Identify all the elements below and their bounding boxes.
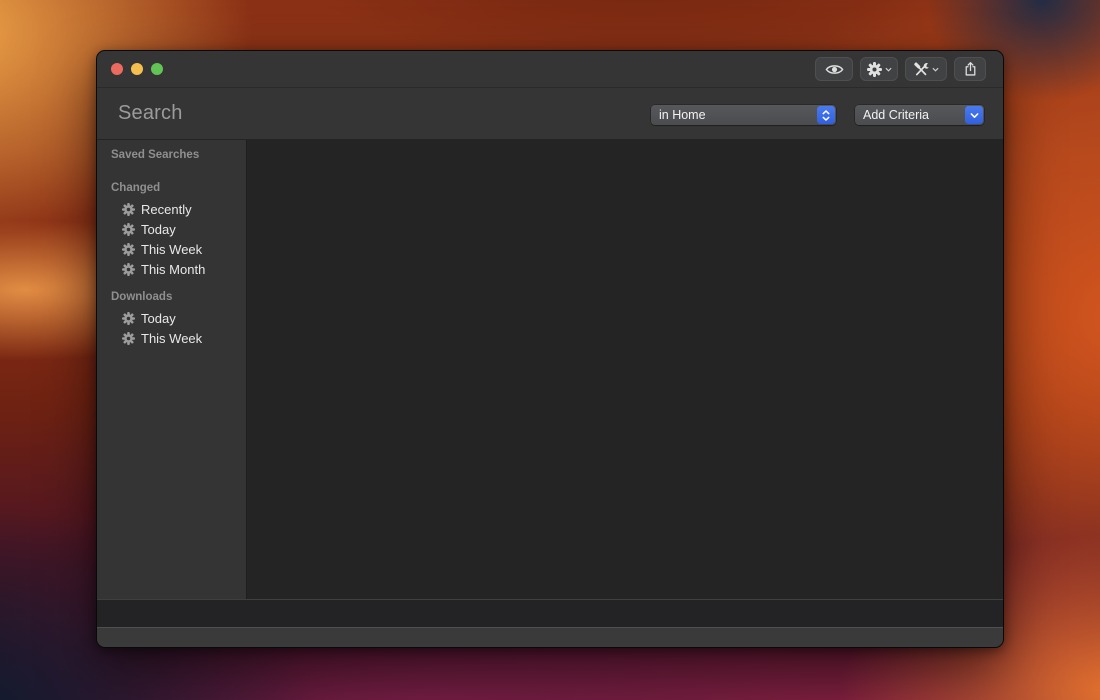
smart-search-gear-icon	[122, 243, 135, 256]
title-bar[interactable]	[97, 51, 1003, 87]
sidebar-item-label: This Week	[141, 242, 202, 257]
eye-icon	[825, 63, 844, 76]
sidebar-item-recently[interactable]: Recently	[97, 199, 246, 219]
sidebar-item-this-month[interactable]: This Month	[97, 259, 246, 279]
actions-button[interactable]	[860, 57, 898, 81]
sidebar-item-label: Today	[141, 222, 176, 237]
smart-search-gear-icon	[122, 203, 135, 216]
share-icon	[964, 61, 977, 77]
bottom-bar	[97, 627, 1003, 647]
status-bar	[97, 599, 1003, 627]
smart-search-gear-icon	[122, 223, 135, 236]
add-criteria-popup[interactable]: Add Criteria	[855, 105, 984, 125]
add-criteria-popup-value: Add Criteria	[855, 108, 929, 122]
gear-icon	[867, 62, 882, 77]
smart-search-gear-icon	[122, 312, 135, 325]
sidebar-item-downloads-this-week[interactable]: This Week	[97, 328, 246, 348]
section-header-downloads: Downloads	[97, 291, 246, 305]
search-header: Search in Home Add Criteria	[97, 87, 1003, 139]
sidebar-item-label: This Week	[141, 331, 202, 346]
sidebar-item-label: This Month	[141, 262, 205, 277]
sidebar-item-label: Today	[141, 311, 176, 326]
sidebar-item-label: Recently	[141, 202, 192, 217]
traffic-lights	[111, 63, 163, 75]
results-area	[247, 140, 1003, 599]
section-header-changed: Changed	[97, 182, 246, 196]
tools-button[interactable]	[905, 57, 947, 81]
share-button[interactable]	[954, 57, 986, 81]
sidebar-item-this-week[interactable]: This Week	[97, 239, 246, 259]
scope-popup-value: in Home	[651, 108, 706, 122]
chevron-down-icon	[965, 106, 983, 124]
tools-icon	[913, 62, 929, 77]
close-button[interactable]	[111, 63, 123, 75]
chevron-down-icon	[885, 67, 892, 72]
page-title: Search	[118, 102, 183, 125]
sidebar-item-downloads-today[interactable]: Today	[97, 308, 246, 328]
scope-popup[interactable]: in Home	[651, 105, 836, 125]
toolbar	[815, 57, 986, 81]
app-window: Search in Home Add Criteria Saved Search…	[96, 50, 1004, 648]
smart-search-gear-icon	[122, 263, 135, 276]
minimize-button[interactable]	[131, 63, 143, 75]
zoom-button[interactable]	[151, 63, 163, 75]
smart-search-gear-icon	[122, 332, 135, 345]
up-down-stepper-icon	[817, 106, 835, 124]
preview-button[interactable]	[815, 57, 853, 81]
chevron-down-icon	[932, 67, 939, 72]
sidebar-item-today[interactable]: Today	[97, 219, 246, 239]
sidebar-header: Saved Searches	[97, 149, 246, 164]
sidebar: Saved Searches Changed	[97, 140, 247, 599]
